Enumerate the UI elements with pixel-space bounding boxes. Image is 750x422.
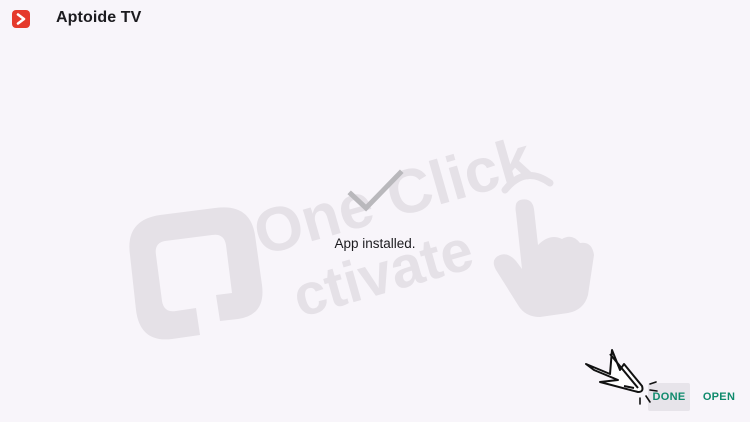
done-button[interactable]: DONE	[648, 383, 690, 411]
open-button[interactable]: OPEN	[700, 383, 738, 411]
watermark-logo-shape	[129, 207, 263, 340]
aptoide-logo-icon	[12, 10, 30, 28]
checkmark-icon	[347, 169, 404, 212]
install-status-text: App installed.	[334, 236, 416, 251]
watermark: One Click ctivate	[129, 124, 594, 340]
title-bar: Aptoide TV	[0, 0, 750, 40]
watermark-line2: ctivate	[286, 217, 481, 330]
app-title: Aptoide TV	[56, 9, 142, 26]
